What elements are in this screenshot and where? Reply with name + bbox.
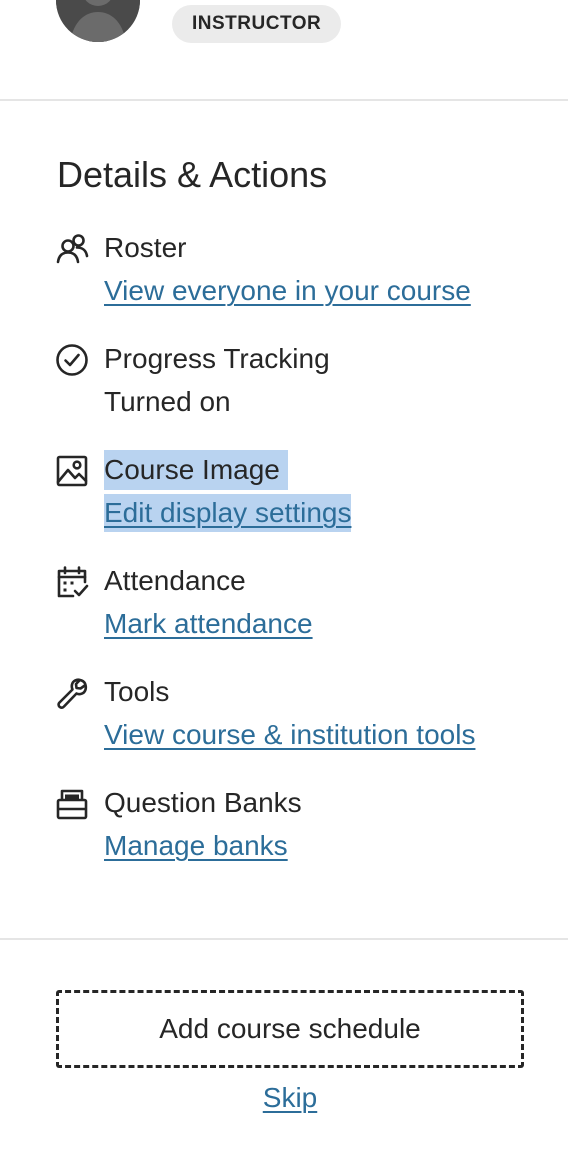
calendar-check-icon bbox=[55, 565, 89, 599]
question-bank-icon bbox=[55, 787, 89, 821]
detail-item-attendance: Attendance Mark attendance bbox=[0, 561, 568, 651]
detail-item-title: Progress Tracking bbox=[104, 343, 330, 374]
detail-item-tools: Tools View course & institution tools bbox=[0, 672, 568, 762]
detail-item-title: Roster bbox=[104, 232, 187, 263]
progress-tracking-status: Turned on bbox=[104, 386, 231, 417]
view-roster-link[interactable]: View everyone in your course bbox=[104, 272, 471, 310]
detail-item-title: Attendance bbox=[104, 565, 246, 596]
detail-item-progress-tracking: Progress Tracking Turned on bbox=[0, 339, 568, 429]
view-tools-link[interactable]: View course & institution tools bbox=[104, 716, 475, 754]
course-details-panel: INSTRUCTOR Details & Actions Roster View… bbox=[0, 0, 568, 1158]
user-silhouette-icon bbox=[56, 0, 140, 42]
detail-item-question-banks: Question Banks Manage banks bbox=[0, 783, 568, 873]
detail-item-title: Tools bbox=[104, 676, 170, 707]
mark-attendance-link[interactable]: Mark attendance bbox=[104, 605, 313, 643]
add-course-schedule-button[interactable]: Add course schedule bbox=[56, 990, 524, 1068]
role-badge: INSTRUCTOR bbox=[172, 5, 342, 43]
roster-icon bbox=[55, 232, 89, 266]
manage-banks-link[interactable]: Manage banks bbox=[104, 827, 288, 865]
detail-item-title: Course Image bbox=[104, 450, 288, 490]
divider bbox=[0, 938, 568, 940]
skip-link-container: Skip bbox=[0, 1078, 568, 1118]
avatar[interactable] bbox=[56, 0, 140, 42]
wrench-icon bbox=[55, 676, 89, 710]
check-circle-icon bbox=[55, 343, 89, 377]
section-title: Details & Actions bbox=[57, 154, 328, 195]
detail-item-course-image: Course Image Edit display settings bbox=[0, 450, 568, 540]
image-icon bbox=[55, 454, 89, 488]
skip-link[interactable]: Skip bbox=[263, 1082, 317, 1113]
instructor-header: INSTRUCTOR bbox=[0, 0, 568, 101]
edit-display-settings-link[interactable]: Edit display settings bbox=[104, 494, 352, 532]
detail-item-title: Question Banks bbox=[104, 787, 302, 818]
detail-item-roster: Roster View everyone in your course bbox=[0, 228, 568, 318]
